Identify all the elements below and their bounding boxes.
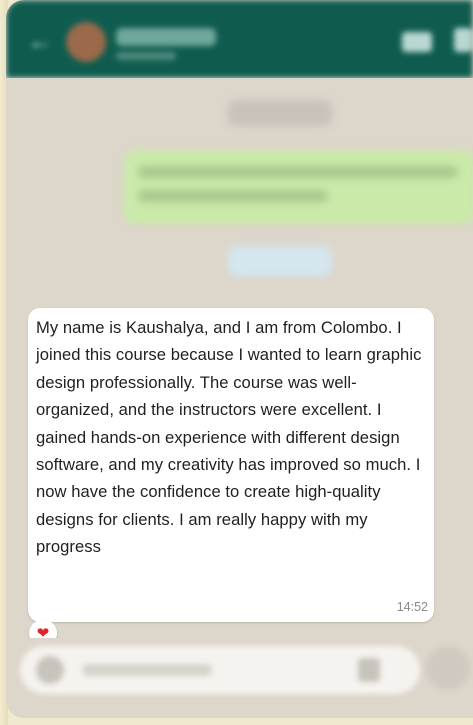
incoming-message[interactable]: My name is Kaushalya, and I am from Colo… <box>28 308 434 622</box>
chat-header: ← <box>6 0 473 78</box>
outgoing-message-line <box>138 166 458 178</box>
contact-status <box>116 52 176 60</box>
outgoing-message[interactable] <box>124 150 473 224</box>
avatar[interactable] <box>66 22 106 62</box>
chat-screen: ← My name is Kaushalya, and I am from Co… <box>6 0 473 718</box>
back-arrow-icon[interactable]: ← <box>28 28 52 56</box>
emoji-icon[interactable] <box>36 656 64 684</box>
paperclip-icon[interactable] <box>358 658 380 682</box>
date-divider <box>228 246 332 276</box>
outgoing-message-line <box>138 190 328 202</box>
date-divider <box>228 100 332 126</box>
contact-name[interactable] <box>116 28 216 46</box>
message-input[interactable] <box>20 646 420 694</box>
mic-button[interactable] <box>426 646 470 690</box>
message-list[interactable]: My name is Kaushalya, and I am from Colo… <box>6 78 473 646</box>
composer <box>6 638 473 718</box>
input-placeholder <box>82 664 212 676</box>
message-timestamp: 14:52 <box>396 600 428 614</box>
phone-icon[interactable] <box>454 28 472 52</box>
message-text: My name is Kaushalya, and I am from Colo… <box>36 318 422 557</box>
video-call-icon[interactable] <box>402 32 432 52</box>
